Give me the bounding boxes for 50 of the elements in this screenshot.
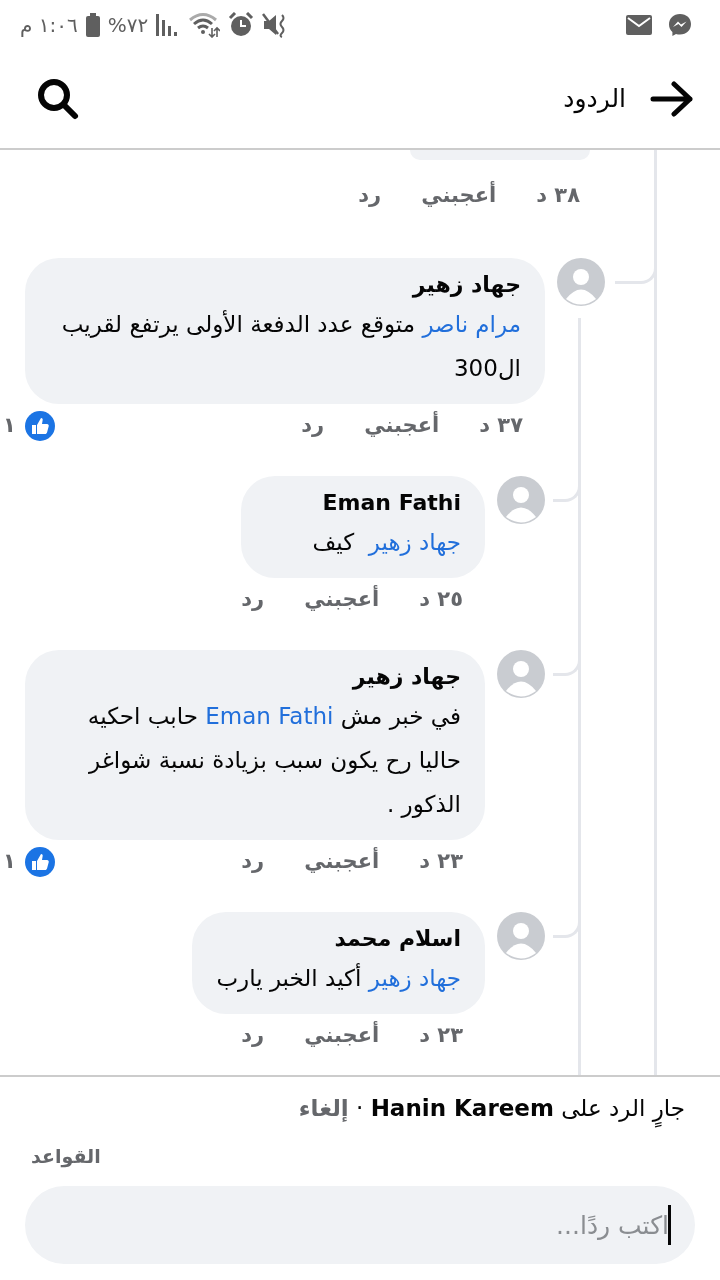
like-link[interactable]: أعجبني [364, 410, 440, 442]
battery-level: ٧٢% [107, 12, 149, 39]
page-title: الردود [563, 83, 626, 116]
comment-time: ٢٣ د [419, 1022, 463, 1049]
author-name[interactable]: جهاد زهير [49, 268, 521, 302]
chat-bubble-icon [668, 13, 692, 37]
comment-text: جهاد زهير كيف [311, 528, 461, 558]
reaction-count: ١ [3, 412, 16, 440]
avatar [497, 476, 545, 524]
mention-link[interactable]: جهاد زهير [368, 965, 461, 991]
like-link[interactable]: أعجبني [304, 846, 380, 878]
avatar [497, 650, 545, 698]
reply-link[interactable]: رد [241, 584, 265, 616]
comment-time: ٢٥ د [419, 586, 463, 613]
search-icon [36, 77, 80, 121]
avatar [557, 258, 605, 306]
text-cursor [668, 1205, 671, 1245]
cancel-link[interactable]: إلغاء [298, 1095, 349, 1121]
comment-time: ٢٣ د [419, 848, 463, 875]
comment-text: مرام ناصر متوقع عدد الدفعة الأولى يرتفع لقريب ال300 [60, 309, 521, 383]
like-reaction-icon [23, 846, 56, 878]
mention-link[interactable]: Eman Fathi [205, 703, 334, 729]
clock-time: ١:٠٦ م [20, 12, 78, 39]
comment-time: ٣٨ د [536, 182, 580, 209]
search-button[interactable] [36, 77, 80, 121]
author-name[interactable]: جهاد زهير [49, 660, 461, 694]
like-link[interactable]: أعجبني [304, 584, 380, 616]
alarm-clock-icon [228, 12, 255, 38]
avatar [497, 912, 545, 960]
mail-icon [626, 15, 652, 35]
battery-icon [85, 13, 100, 37]
reply-link[interactable]: رد [301, 410, 325, 442]
like-link[interactable]: أعجبني [421, 180, 497, 212]
mention-link[interactable]: مرام ناصر [422, 311, 521, 337]
reply-link[interactable]: رد [241, 846, 265, 878]
back-button[interactable] [650, 81, 694, 117]
reply-link[interactable]: رد [358, 180, 382, 212]
reply-input-field[interactable]: اكتب ردًا... [25, 1186, 695, 1264]
reply-link[interactable]: رد [241, 1020, 265, 1052]
rules-link[interactable]: القواعد [25, 1141, 101, 1170]
like-link[interactable]: أعجبني [304, 1020, 380, 1052]
like-reaction-icon [23, 410, 56, 442]
reaction-count: ١ [3, 848, 16, 876]
comment-text: جهاد زهير أكيد الخبر يارب [216, 962, 461, 994]
wifi-icon [188, 12, 221, 38]
author-name[interactable]: اسلام محمد [216, 922, 461, 956]
author-name[interactable]: Eman Fathi [265, 486, 461, 520]
comment-time: ٣٧ د [479, 412, 523, 439]
arrow-icon [650, 81, 694, 117]
mention-link[interactable]: جهاد زهير [368, 529, 461, 555]
